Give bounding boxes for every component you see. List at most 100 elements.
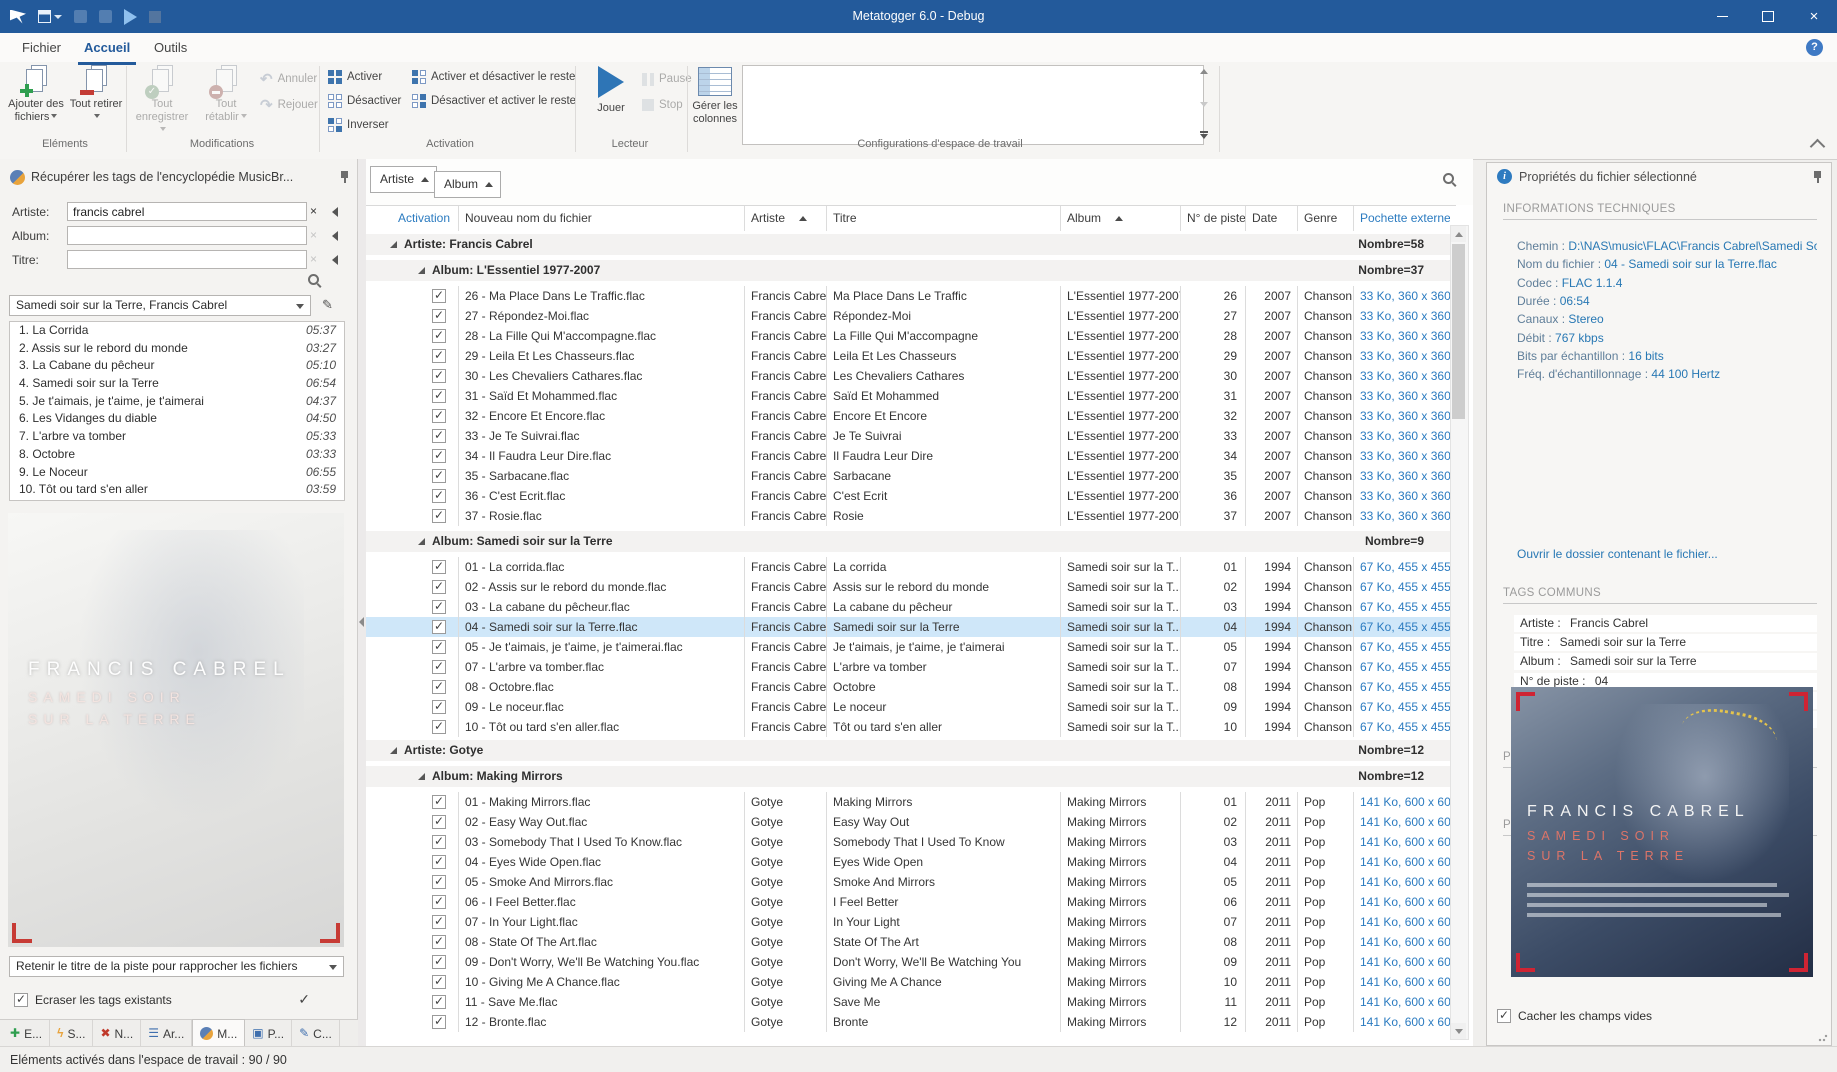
track-row[interactable]: 27 - Répondez-Moi.flac Francis Cabrel Ré… <box>366 306 1450 326</box>
cell-cover-link[interactable]: 33 Ko, 360 x 360 <box>1353 466 1450 486</box>
cell-cover-link[interactable]: 67 Ko, 455 x 455 <box>1353 697 1450 717</box>
cell-cover-link[interactable]: 141 Ko, 600 x 600 <box>1353 972 1450 992</box>
activation-checkbox[interactable] <box>432 835 446 849</box>
group-row-album[interactable]: Album: L'Essentiel 1977-2007 Nombre=37 <box>366 260 1450 281</box>
open-folder-link[interactable]: Ouvrir le dossier contenant le fichier..… <box>1517 547 1718 561</box>
activation-checkbox[interactable] <box>432 560 446 574</box>
cell-cover-link[interactable]: 141 Ko, 600 x 600 <box>1353 952 1450 972</box>
group-chip-album[interactable]: Album <box>434 171 501 198</box>
group-row-artist[interactable]: Artiste: Francis Cabrel Nombre=58 <box>366 234 1450 255</box>
scrollbar-down-button[interactable] <box>1451 1023 1466 1039</box>
activation-checkbox[interactable] <box>432 915 446 929</box>
track-row[interactable]: 09 - Le noceur.flac Francis Cabrel Le no… <box>366 697 1450 717</box>
play-button[interactable]: Jouer <box>584 64 638 136</box>
cell-cover-link[interactable]: 141 Ko, 600 x 600 <box>1353 832 1450 852</box>
title-input[interactable] <box>67 250 307 269</box>
track-row[interactable]: 08 - Octobre.flac Francis Cabrel Octobre… <box>366 677 1450 697</box>
deactivate-rest-button[interactable]: Désactiver et activer le reste <box>412 90 576 112</box>
maximize-button[interactable] <box>1745 0 1791 33</box>
column-header-genre[interactable]: Genre <box>1297 206 1353 231</box>
activation-checkbox[interactable] <box>432 409 446 423</box>
activation-checkbox[interactable] <box>432 975 446 989</box>
cell-cover-link[interactable]: 33 Ko, 360 x 360 <box>1353 326 1450 346</box>
track-row[interactable]: 07 - In Your Light.flac Gotye In Your Li… <box>366 912 1450 932</box>
track-row[interactable]: 11 - Save Me.flac Gotye Save Me Making M… <box>366 992 1450 1012</box>
tab-fichier[interactable]: Fichier <box>16 33 67 62</box>
cell-cover-link[interactable]: 67 Ko, 455 x 455 <box>1353 717 1450 737</box>
track-row[interactable]: 08 - State Of The Art.flac Gotye State O… <box>366 932 1450 952</box>
track-row[interactable]: 04 - Samedi soir sur la Terre.flac Franc… <box>366 617 1450 637</box>
restore-all-button[interactable]: Tout rétablir <box>196 64 256 136</box>
clear-title-icon[interactable]: × <box>310 252 317 266</box>
tool-tab[interactable]: E... <box>3 1020 50 1047</box>
close-button[interactable]: × <box>1791 0 1837 33</box>
tool-tab[interactable]: S... <box>50 1020 93 1047</box>
match-mode-combo[interactable]: Retenir le titre de la piste pour rappro… <box>9 956 344 977</box>
invert-button[interactable]: Inverser <box>328 114 389 136</box>
cell-cover-link[interactable]: 33 Ko, 360 x 360 <box>1353 346 1450 366</box>
remove-all-button[interactable]: Tout retirer <box>66 64 126 136</box>
activation-checkbox[interactable] <box>432 875 446 889</box>
track-row[interactable]: 10 - Giving Me A Chance.flac Gotye Givin… <box>366 972 1450 992</box>
tab-outils[interactable]: Outils <box>148 33 193 62</box>
activation-checkbox[interactable] <box>432 795 446 809</box>
cell-cover-link[interactable]: 141 Ko, 600 x 600 <box>1353 1012 1450 1032</box>
grid-search-icon[interactable] <box>1442 172 1457 187</box>
group-row-album[interactable]: Album: Making Mirrors Nombre=12 <box>366 766 1450 787</box>
cell-cover-link[interactable]: 33 Ko, 360 x 360 <box>1353 306 1450 326</box>
column-header-album[interactable]: Album <box>1060 206 1180 231</box>
column-header-track[interactable]: N° de piste <box>1180 206 1245 231</box>
track-list-item[interactable]: 3. La Cabane du pêcheur 05:10 <box>10 357 344 375</box>
activation-checkbox[interactable] <box>432 660 446 674</box>
edit-release-icon[interactable] <box>322 297 333 313</box>
artist-input[interactable] <box>67 202 307 221</box>
search-icon[interactable] <box>307 273 322 288</box>
track-row[interactable]: 35 - Sarbacane.flac Francis Cabrel Sarba… <box>366 466 1450 486</box>
insert-left-icon[interactable] <box>332 231 338 241</box>
column-header-title[interactable]: Titre <box>826 206 1060 231</box>
activation-checkbox[interactable] <box>432 349 446 363</box>
tool-tab[interactable]: P... <box>245 1020 292 1047</box>
cell-cover-link[interactable]: 141 Ko, 600 x 600 <box>1353 912 1450 932</box>
external-cover-art[interactable]: FRANCIS CABREL SAMEDI SOIR SUR LA TERRE <box>1511 687 1813 977</box>
cell-cover-link[interactable]: 141 Ko, 600 x 600 <box>1353 992 1450 1012</box>
release-combo[interactable]: Samedi soir sur la Terre, Francis Cabrel <box>9 295 311 316</box>
activation-checkbox[interactable] <box>432 700 446 714</box>
track-list-item[interactable]: 2. Assis sur le rebord du monde 03:27 <box>10 340 344 358</box>
activation-checkbox[interactable] <box>432 995 446 1009</box>
track-row[interactable]: 28 - La Fille Qui M'accompagne.flac Fran… <box>366 326 1450 346</box>
tab-accueil[interactable]: Accueil <box>78 33 136 65</box>
activation-checkbox[interactable] <box>432 580 446 594</box>
track-row[interactable]: 36 - C'est Ecrit.flac Francis Cabrel C'e… <box>366 486 1450 506</box>
cell-cover-link[interactable]: 141 Ko, 600 x 600 <box>1353 792 1450 812</box>
track-row[interactable]: 10 - Tôt ou tard s'en aller.flac Francis… <box>366 717 1450 737</box>
activation-checkbox[interactable] <box>432 389 446 403</box>
activation-checkbox[interactable] <box>432 449 446 463</box>
track-row[interactable]: 03 - Somebody That I Used To Know.flac G… <box>366 832 1450 852</box>
cell-cover-link[interactable]: 33 Ko, 360 x 360 <box>1353 406 1450 426</box>
activation-checkbox[interactable] <box>432 855 446 869</box>
activation-checkbox[interactable] <box>432 640 446 654</box>
activation-checkbox[interactable] <box>432 469 446 483</box>
cell-cover-link[interactable]: 33 Ko, 360 x 360 <box>1353 286 1450 306</box>
clear-album-icon[interactable]: × <box>310 228 317 242</box>
tool-tab[interactable]: Ar... <box>141 1020 192 1047</box>
activation-checkbox[interactable] <box>432 489 446 503</box>
cell-cover-link[interactable]: 33 Ko, 360 x 360 <box>1353 486 1450 506</box>
activation-checkbox[interactable] <box>432 815 446 829</box>
deactivate-button[interactable]: Désactiver <box>328 90 401 112</box>
cell-cover-link[interactable]: 141 Ko, 600 x 600 <box>1353 932 1450 952</box>
pause-button[interactable]: Pause <box>642 68 692 90</box>
activation-checkbox[interactable] <box>432 329 446 343</box>
activation-checkbox[interactable] <box>432 429 446 443</box>
column-header-activation[interactable]: Activation <box>366 206 458 231</box>
collapse-group-icon[interactable] <box>418 538 425 545</box>
collapse-group-icon[interactable] <box>418 773 425 780</box>
track-row[interactable]: 07 - L'arbre va tomber.flac Francis Cabr… <box>366 657 1450 677</box>
activate-button[interactable]: Activer <box>328 66 382 88</box>
minimize-button[interactable] <box>1699 0 1745 33</box>
cell-cover-link[interactable]: 67 Ko, 455 x 455 <box>1353 617 1450 637</box>
activation-checkbox[interactable] <box>432 955 446 969</box>
cell-cover-link[interactable]: 67 Ko, 455 x 455 <box>1353 657 1450 677</box>
column-header-filename[interactable]: Nouveau nom du fichier <box>458 206 744 231</box>
